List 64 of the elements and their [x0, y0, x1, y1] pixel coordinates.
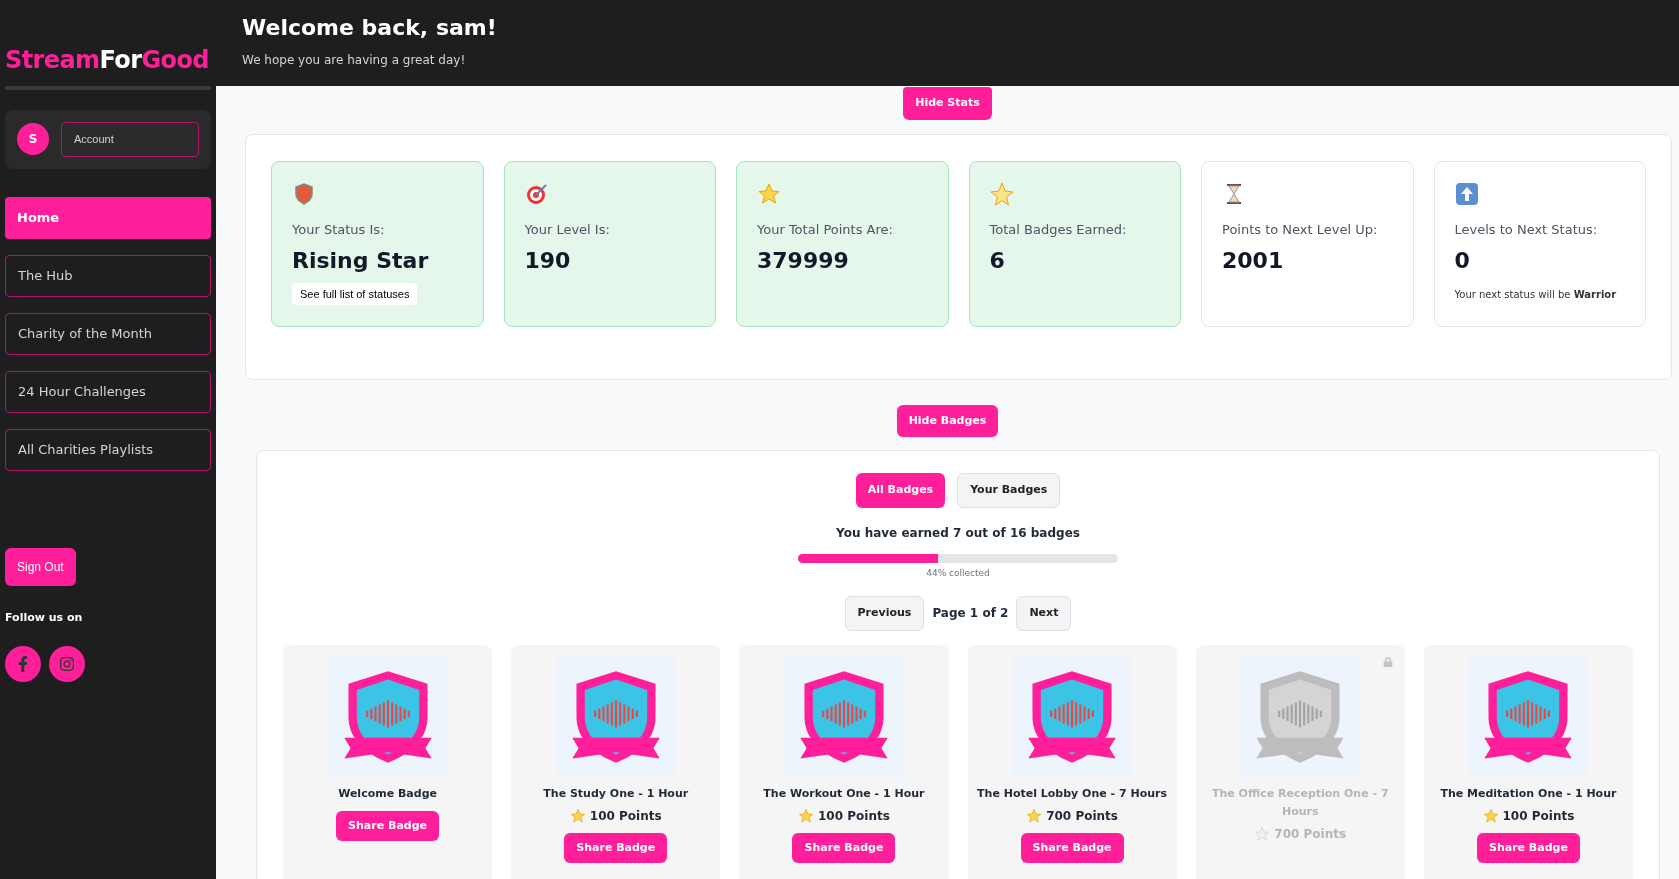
stat-label: Your Status Is:	[292, 220, 386, 239]
badge-points: 700 Points	[1274, 825, 1347, 843]
star-icon	[798, 807, 814, 824]
lock-icon	[1382, 656, 1393, 667]
stat-label: Your Level Is:	[524, 220, 611, 239]
nav-item[interactable]: All Charities Playlists	[5, 428, 211, 471]
star-icon	[1482, 807, 1499, 824]
stat-value: 6	[989, 247, 1006, 275]
stat-value: Rising Star	[292, 247, 430, 275]
stat-label: Levels to Next Status:	[1454, 220, 1599, 239]
instagram-button[interactable]	[49, 646, 85, 682]
sign-out-button[interactable]: Sign Out	[5, 547, 76, 586]
stat-label: Your Total Points Are:	[757, 220, 894, 239]
share-badge-button[interactable]: Share Badge	[564, 832, 668, 863]
badge-title: The Study One - 1 Hour	[543, 785, 689, 802]
progress-caption: 44% collected	[926, 566, 990, 580]
badge-points: 100 Points	[818, 807, 890, 825]
stat-value: 2001	[1222, 247, 1285, 275]
share-badge-button[interactable]: Share Badge	[1476, 832, 1580, 863]
target-icon	[524, 181, 549, 206]
badge-filter-tab[interactable]: Your Badges	[957, 473, 1061, 508]
stat-value: 0	[1454, 247, 1471, 275]
nav-item[interactable]: 24 Hour Challenges	[5, 370, 211, 413]
sparkle-star-icon	[989, 181, 1014, 206]
star-icon	[1254, 825, 1271, 842]
instagram-icon	[59, 656, 75, 672]
next-button[interactable]: Next	[1016, 596, 1072, 631]
badge-title: The Hotel Lobby One - 7 Hours	[977, 785, 1168, 802]
badge-filter-tab[interactable]: All Badges	[855, 473, 946, 508]
next-status-note: Your next status will be Warrior	[1454, 287, 1618, 302]
welcome-title: Welcome back, sam!	[242, 17, 498, 39]
stat-value: 190	[524, 247, 572, 275]
stat-label: Total Badges Earned:	[989, 220, 1128, 239]
nav-item[interactable]: Home	[5, 196, 211, 239]
avatar: S	[17, 123, 49, 156]
follow-label: Follow us on	[5, 609, 84, 626]
facebook-button[interactable]	[5, 646, 41, 682]
star-icon	[1026, 807, 1043, 824]
hide-badges-button[interactable]: Hide Badges	[896, 404, 999, 437]
statuses-list-button[interactable]: See full list of statuses	[292, 282, 418, 305]
badge-title: Welcome Badge	[338, 785, 437, 802]
shield-icon	[292, 181, 316, 206]
hide-stats-button[interactable]: Hide Stats	[903, 87, 992, 120]
badge-points: 100 Points	[589, 807, 662, 825]
previous-button[interactable]: Previous	[844, 596, 925, 631]
page-indicator: Page 1 of 2	[932, 605, 1009, 623]
logo: StreamForGood	[5, 42, 211, 90]
badges-earned-text: You have earned 7 out of 16 badges	[836, 524, 1080, 542]
nav-item[interactable]: The Hub	[5, 254, 211, 297]
share-badge-button[interactable]: Share Badge	[336, 810, 440, 841]
badge-title: The Meditation One - 1 Hour	[1440, 785, 1617, 802]
star-icon	[569, 807, 586, 824]
stat-label: Points to Next Level Up:	[1222, 220, 1379, 239]
welcome-subtitle: We hope you are having a great day!	[242, 52, 467, 69]
share-badge-button[interactable]: Share Badge	[792, 832, 896, 863]
badge-points: 700 Points	[1046, 807, 1118, 825]
nav-item[interactable]: Charity of the Month	[5, 312, 211, 355]
account-button[interactable]: Account	[61, 122, 199, 157]
badge-title: The Workout One - 1 Hour	[763, 785, 925, 802]
stat-value: 379999	[757, 247, 850, 275]
share-badge-button[interactable]: Share Badge	[1020, 832, 1124, 863]
badge-points: 100 Points	[1502, 807, 1575, 825]
star-icon	[757, 181, 781, 206]
badge-title: The Office Reception One - 7 Hours	[1210, 785, 1390, 820]
